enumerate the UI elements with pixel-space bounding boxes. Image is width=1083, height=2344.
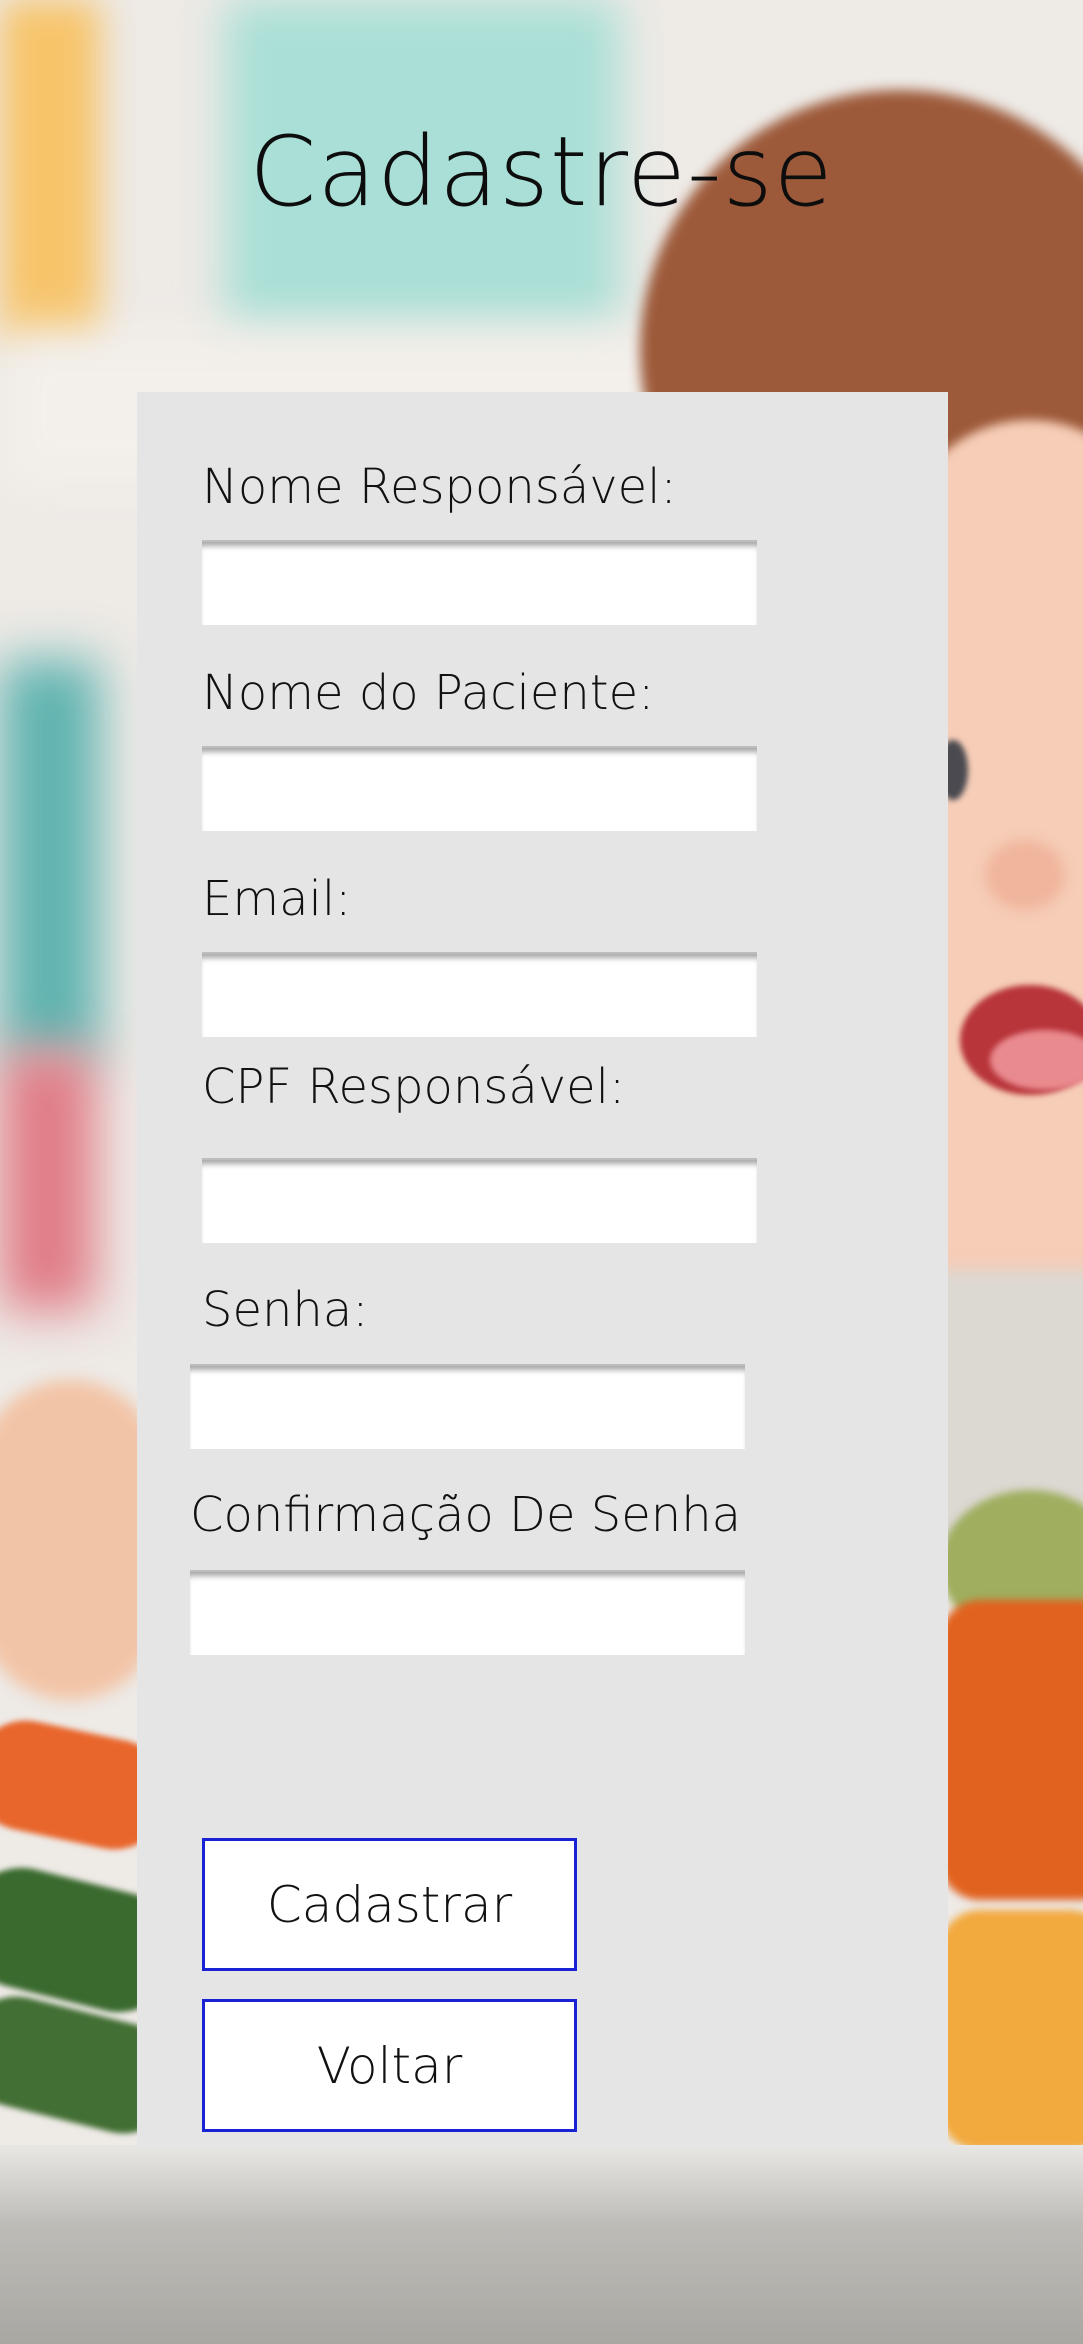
background-blur-teal-left [0, 660, 100, 1060]
email-label: Email: [202, 871, 352, 927]
page-title: Cadastre-se [249, 116, 834, 228]
background-food-yellow [940, 1910, 1083, 2150]
background-child-arm [0, 1380, 160, 1700]
patient-name-label: Nome do Paciente: [202, 665, 655, 721]
guardian-name-label: Nome Responsável: [202, 459, 677, 515]
guardian-cpf-input[interactable] [202, 1158, 757, 1243]
guardian-name-input[interactable] [202, 540, 757, 625]
email-input[interactable] [202, 952, 757, 1037]
password-confirm-input[interactable] [190, 1570, 745, 1655]
password-confirm-label: Confirmação De Senha [190, 1487, 742, 1543]
background-food-orange [940, 1600, 1083, 1900]
guardian-cpf-label: CPF Responsável: [202, 1059, 626, 1115]
signup-form: Nome Responsável: Nome do Paciente: Emai… [137, 392, 948, 2149]
background-table [0, 2145, 1083, 2344]
register-button[interactable]: Cadastrar [202, 1838, 577, 1971]
password-input[interactable] [190, 1364, 745, 1449]
background-blur-pink [0, 1050, 95, 1310]
patient-name-input[interactable] [202, 746, 757, 831]
password-label: Senha: [202, 1282, 369, 1338]
background-child-nose [985, 840, 1065, 910]
back-button[interactable]: Voltar [202, 1999, 577, 2132]
